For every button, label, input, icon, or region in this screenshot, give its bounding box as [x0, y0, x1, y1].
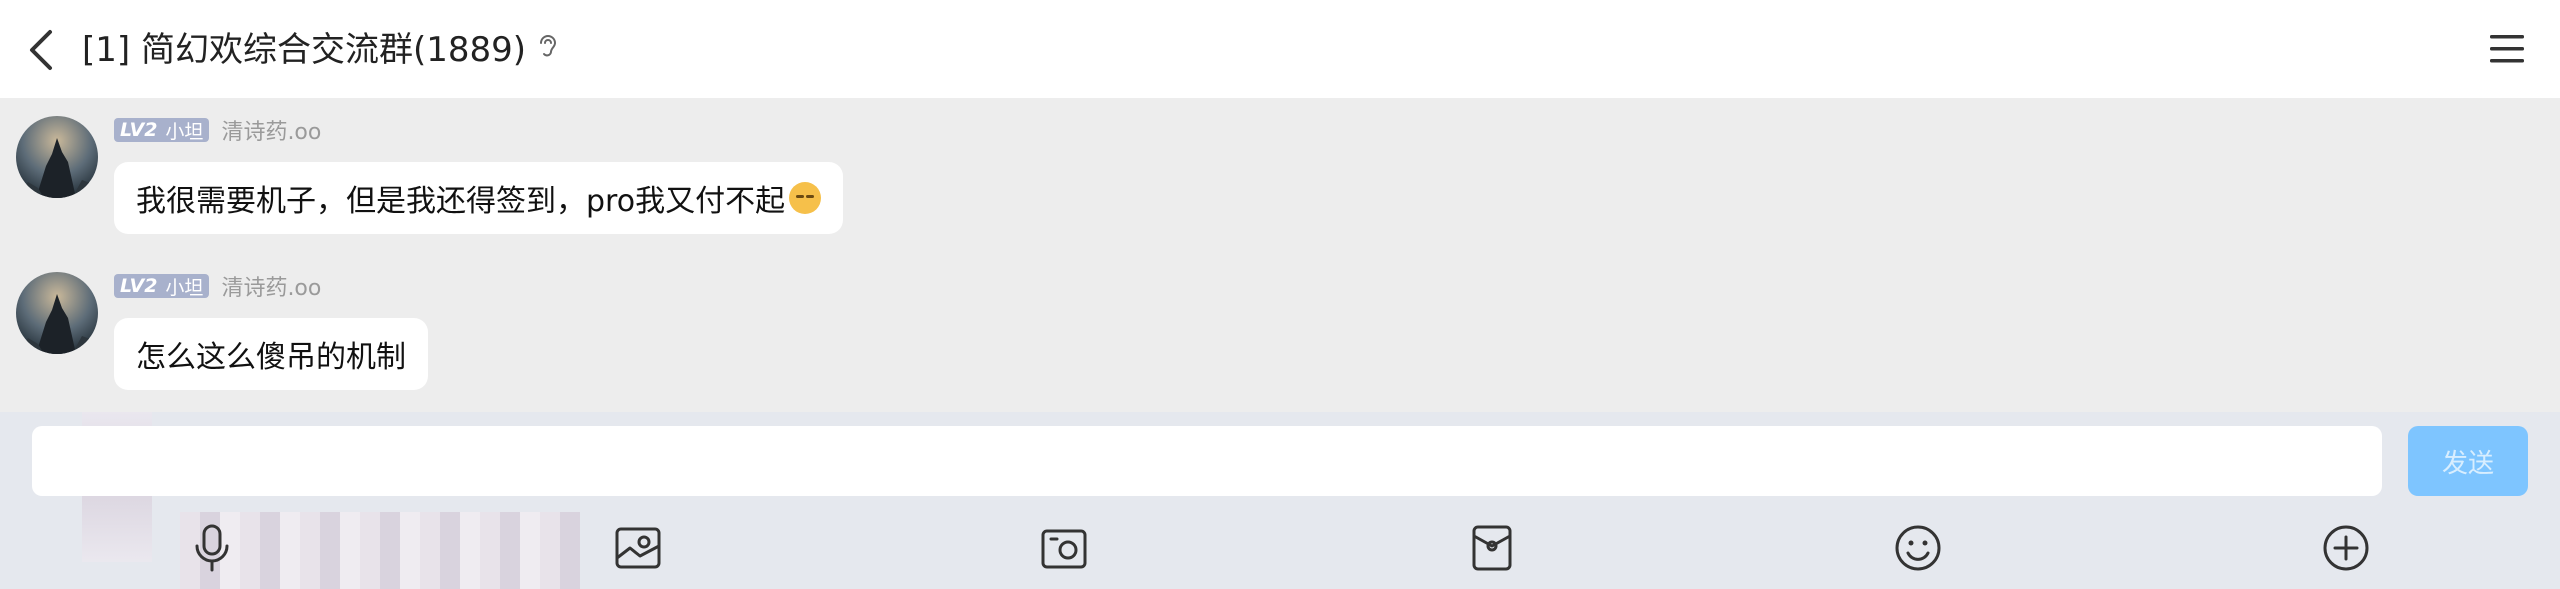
emoji-icon[interactable]: [1892, 522, 1944, 574]
avatar[interactable]: [16, 116, 98, 198]
avatar-image: [16, 272, 98, 354]
sender-nickname[interactable]: 清诗药.oo: [221, 270, 321, 302]
message-bubble[interactable]: 我很需要机子，但是我还得签到，pro我又付不起: [114, 162, 844, 234]
microphone-icon[interactable]: [186, 522, 238, 574]
back-chevron-icon[interactable]: [22, 26, 62, 74]
sender-nickname[interactable]: 清诗药.oo: [221, 114, 321, 146]
composer-area: 发送: [0, 412, 2560, 589]
sender-meta: LV2 小坦 清诗药.oo: [114, 114, 321, 146]
message-text: 我很需要机子，但是我还得签到，pro我又付不起: [136, 184, 786, 219]
sad-face-emoji-icon: [789, 182, 822, 214]
level-badge: LV2 小坦: [114, 118, 210, 143]
image-icon[interactable]: [612, 522, 664, 574]
avatar-image: [16, 116, 98, 198]
ear-icon: [540, 34, 557, 56]
hamburger-menu-icon[interactable]: [2488, 32, 2526, 66]
blurred-background: [180, 512, 580, 589]
chat-title: [1] 简幻欢综合交流群(1889): [82, 30, 527, 70]
plus-icon[interactable]: [2320, 522, 2372, 574]
send-button[interactable]: 发送: [2408, 426, 2528, 496]
message-list[interactable]: LV2 小坦 清诗药.oo 我很需要机子，但是我还得签到，pro我又付不起 LV…: [0, 98, 2560, 412]
chat-title-wrap[interactable]: [1] 简幻欢综合交流群(1889): [82, 22, 560, 71]
message-bubble[interactable]: 怎么这么傻吊的机制: [114, 318, 428, 390]
message-text: 怎么这么傻吊的机制: [136, 340, 406, 375]
message-input[interactable]: [32, 426, 2382, 496]
chat-header: [1] 简幻欢综合交流群(1889): [0, 0, 2560, 98]
level-badge: LV2 小坦: [114, 274, 210, 299]
red-packet-icon[interactable]: [1466, 522, 1518, 574]
sender-meta: LV2 小坦 清诗药.oo: [114, 270, 321, 302]
camera-icon[interactable]: [1038, 522, 1090, 574]
avatar[interactable]: [16, 272, 98, 354]
